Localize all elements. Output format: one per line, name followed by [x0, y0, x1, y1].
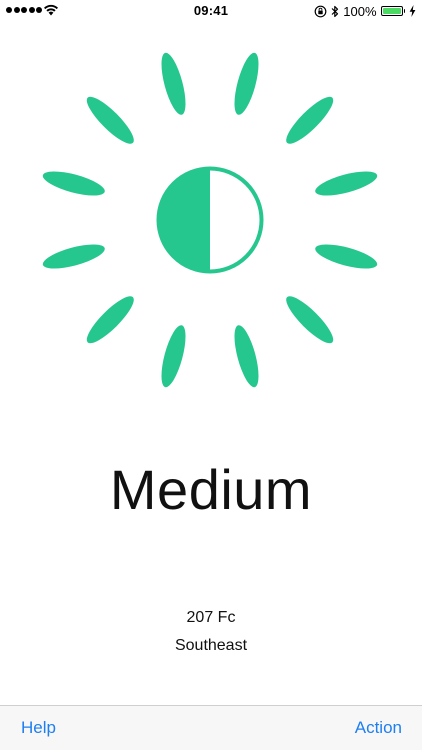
sun-ray-10 [42, 171, 105, 196]
help-button[interactable]: Help [21, 718, 56, 738]
sun-ray-7 [161, 325, 186, 388]
sun-ray-3 [315, 171, 378, 196]
action-button[interactable]: Action [355, 718, 402, 738]
sun-ray-4 [315, 244, 378, 269]
sun-half-moon-icon [42, 52, 378, 388]
light-reading-value: 207 Fc [186, 609, 236, 626]
light-level-label: Medium [109, 458, 313, 521]
sun-ray-8 [86, 296, 134, 344]
sun-ray-1 [234, 52, 259, 115]
sun-ray-2 [286, 96, 334, 144]
sun-ray-12 [161, 52, 186, 115]
bottom-toolbar: Help Action [0, 705, 422, 750]
sun-ray-9 [42, 244, 105, 269]
half-moon-icon [156, 166, 264, 274]
sun-ray-11 [86, 96, 134, 144]
sun-ray-5 [286, 296, 334, 344]
direction-label: Southeast [174, 637, 248, 654]
sun-ray-6 [234, 325, 259, 388]
